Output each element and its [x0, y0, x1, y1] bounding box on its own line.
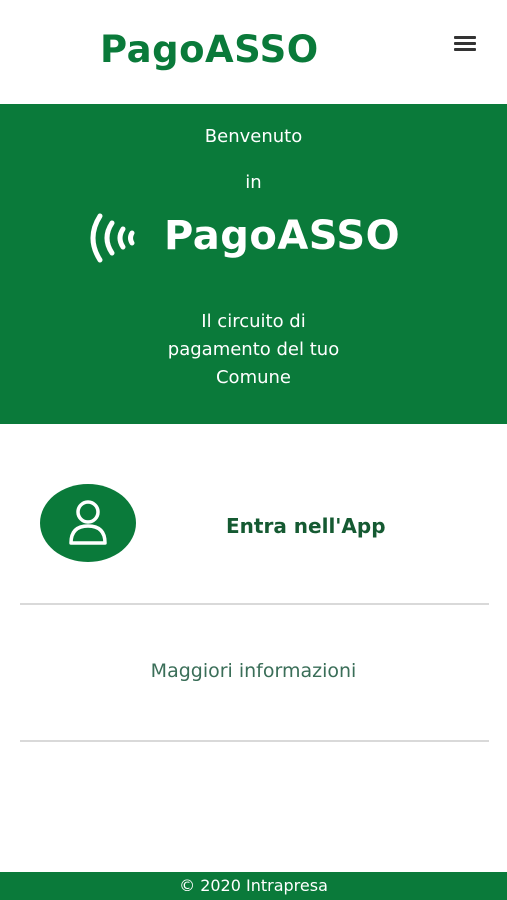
tagline-line: Comune: [215, 367, 291, 388]
app-header: PagoASSO: [0, 0, 507, 104]
copyright-text: © 2020 Intrapresa: [179, 876, 328, 895]
welcome-text: Benvenuto: [204, 126, 303, 147]
footer: © 2020 Intrapresa: [0, 872, 507, 900]
user-icon: [69, 500, 107, 545]
welcome-banner: Benvenuto in PagoASSO Il circuito di pag…: [0, 104, 507, 424]
divider: [20, 603, 489, 605]
tagline-line: Il circuito di: [201, 311, 306, 332]
tagline: Il circuito di pagamento del tuo Comune: [0, 308, 507, 392]
enter-app-label[interactable]: Entra nell'App: [226, 514, 386, 538]
welcome-in-text: in: [245, 172, 262, 193]
hamburger-menu-icon[interactable]: [454, 36, 476, 54]
hero-logo: PagoASSO: [86, 209, 426, 265]
avatar[interactable]: [40, 484, 136, 562]
divider: [20, 740, 489, 742]
tagline-line: pagamento del tuo: [167, 339, 340, 360]
more-info-link[interactable]: Maggiori informazioni: [0, 660, 507, 682]
brand-logo[interactable]: PagoASSO: [100, 28, 319, 71]
enter-app-button[interactable]: Entra nell'App: [0, 470, 507, 580]
contactless-waves-icon: [90, 213, 135, 263]
hero-logo-text: PagoASSO: [164, 213, 401, 259]
